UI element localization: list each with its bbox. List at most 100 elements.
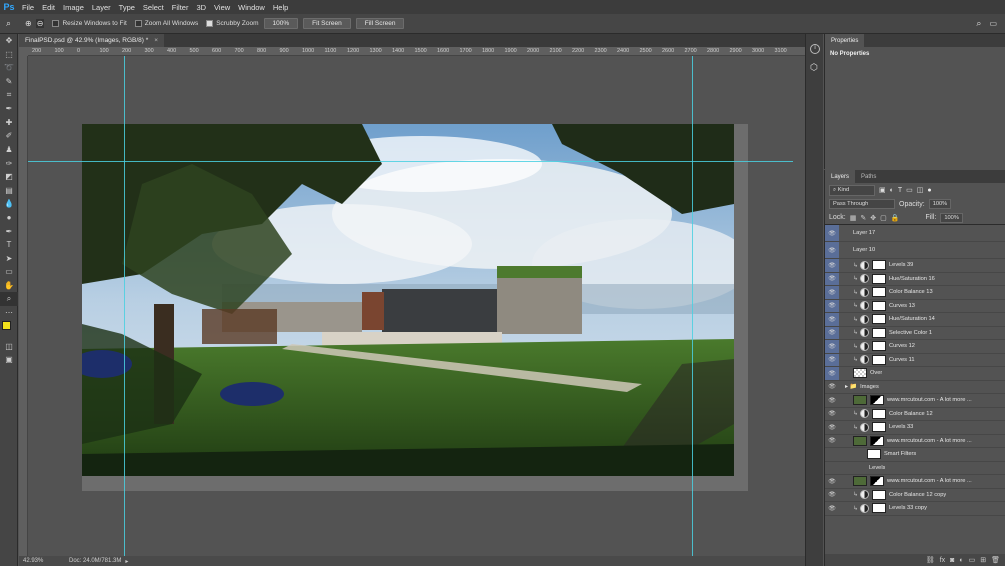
lock-pixels-icon[interactable]: ✎ bbox=[860, 214, 866, 222]
tab-properties[interactable]: Properties bbox=[825, 34, 865, 47]
layer-mask-thumbnail[interactable] bbox=[872, 287, 886, 298]
layer-row[interactable]: 👁 www.mrcutout.com - A lot more ... bbox=[825, 394, 1005, 408]
workspace-icon[interactable]: ▭ bbox=[989, 19, 997, 28]
layer-row[interactable]: 👁 www.mrcutout.com - A lot more ... bbox=[825, 475, 1005, 489]
healing-tool-icon[interactable]: ✚ bbox=[0, 116, 18, 130]
visibility-eye-icon[interactable]: 👁 bbox=[825, 478, 839, 485]
color-swatches[interactable] bbox=[0, 319, 17, 339]
filter-smart-object-icon[interactable]: ◫ bbox=[917, 186, 924, 194]
hand-tool-icon[interactable]: ✋ bbox=[0, 279, 18, 293]
opacity-input[interactable]: 100% bbox=[928, 199, 952, 209]
guide-vertical-right[interactable] bbox=[692, 56, 693, 556]
layer-row[interactable]: 👁 ↳ Color Balance 13 bbox=[825, 286, 1005, 300]
visibility-eye-icon[interactable]: 👁 bbox=[825, 299, 839, 312]
layer-mask-thumbnail[interactable] bbox=[870, 476, 884, 487]
stamp-tool-icon[interactable]: ♟ bbox=[0, 143, 18, 157]
menu-3d[interactable]: 3D bbox=[192, 3, 210, 12]
smart-filter-mask-thumbnail[interactable] bbox=[867, 449, 881, 460]
kind-filter-dropdown[interactable]: ⌕ Kind bbox=[829, 184, 875, 196]
layer-mask-thumbnail[interactable] bbox=[872, 341, 886, 352]
layer-thumbnail[interactable] bbox=[853, 476, 867, 487]
menu-window[interactable]: Window bbox=[234, 3, 269, 12]
type-tool-icon[interactable]: T bbox=[0, 238, 18, 252]
eyedropper-tool-icon[interactable]: ✒ bbox=[0, 102, 18, 116]
layer-row[interactable]: 👁 Layer 17 bbox=[825, 225, 1005, 242]
layer-row[interactable]: 👁 ▸ 📁 Images bbox=[825, 381, 1005, 394]
tab-paths[interactable]: Paths bbox=[855, 170, 882, 183]
ruler-top[interactable]: 200 100 0 100 200 300 400 500 600 700 800 900 1000 11… bbox=[28, 47, 805, 56]
add-mask-icon[interactable]: ◙ bbox=[950, 557, 954, 564]
visibility-eye-icon[interactable]: 👁 bbox=[825, 225, 839, 241]
search-icon[interactable]: ⌕ bbox=[976, 18, 981, 29]
quick-select-tool-icon[interactable]: ✎ bbox=[0, 75, 18, 89]
blend-mode-dropdown[interactable]: Pass Through bbox=[829, 199, 895, 209]
layer-thumbnail[interactable] bbox=[853, 395, 867, 406]
visibility-eye-icon[interactable]: 👁 bbox=[825, 410, 839, 417]
layer-row[interactable]: 👁 www.mrcutout.com - A lot more ... bbox=[825, 435, 1005, 448]
visibility-eye-icon[interactable]: 👁 bbox=[825, 491, 839, 498]
lock-position-icon[interactable]: ✥ bbox=[870, 214, 876, 222]
layer-thumbnail[interactable] bbox=[853, 368, 867, 379]
foreground-color-swatch[interactable] bbox=[2, 321, 11, 331]
info-icon[interactable]: i bbox=[810, 44, 820, 54]
layer-mask-thumbnail[interactable] bbox=[872, 314, 886, 325]
3d-icon[interactable]: ⬡ bbox=[810, 62, 823, 73]
lock-transparency-icon[interactable]: ▦ bbox=[850, 214, 857, 222]
menu-view[interactable]: View bbox=[210, 3, 234, 12]
status-zoom[interactable]: 42.93% bbox=[23, 558, 69, 564]
path-select-tool-icon[interactable]: ➤ bbox=[0, 252, 18, 266]
brush-tool-icon[interactable]: ✐ bbox=[0, 129, 18, 143]
layer-mask-thumbnail[interactable] bbox=[870, 395, 884, 406]
visibility-eye-icon[interactable]: 👁 bbox=[825, 505, 839, 512]
status-arrow-icon[interactable]: ▸ bbox=[125, 558, 128, 565]
new-layer-icon[interactable]: ⊞ bbox=[980, 556, 986, 564]
layer-row[interactable]: 👁 ↳ Color Balance 12 bbox=[825, 408, 1005, 421]
lock-artboard-icon[interactable]: ▢ bbox=[880, 214, 887, 222]
visibility-eye-icon[interactable]: 👁 bbox=[825, 326, 839, 339]
layer-mask-thumbnail[interactable] bbox=[872, 300, 886, 311]
resize-windows-checkbox[interactable]: Resize Windows to Fit bbox=[52, 20, 127, 27]
layer-mask-thumbnail[interactable] bbox=[872, 489, 886, 500]
crop-tool-icon[interactable]: ⌗ bbox=[0, 88, 18, 102]
zoom-100-button[interactable]: 100% bbox=[263, 18, 299, 29]
layer-row[interactable]: Levels bbox=[825, 462, 1005, 475]
fx-icon[interactable]: fx bbox=[940, 557, 945, 564]
link-layers-icon[interactable]: ⛓ bbox=[926, 556, 935, 564]
lasso-tool-icon[interactable]: ➰ bbox=[0, 61, 18, 75]
zoom-in-icon[interactable]: ⊕ bbox=[25, 19, 32, 28]
layer-row[interactable]: 👁 Over bbox=[825, 367, 1005, 381]
visibility-eye-icon[interactable]: 👁 bbox=[825, 383, 839, 390]
blur-tool-icon[interactable]: 💧 bbox=[0, 197, 18, 211]
visibility-eye-icon[interactable]: 👁 bbox=[825, 353, 839, 366]
new-adjustment-icon[interactable]: ◐ bbox=[959, 557, 963, 564]
more-tools-icon[interactable]: ⋯ bbox=[0, 306, 18, 320]
layer-row[interactable]: 👁 Layer 10 bbox=[825, 242, 1005, 259]
layer-mask-thumbnail[interactable] bbox=[872, 408, 886, 419]
dodge-tool-icon[interactable]: ● bbox=[0, 211, 18, 225]
menu-layer[interactable]: Layer bbox=[88, 3, 115, 12]
close-icon[interactable]: × bbox=[154, 37, 158, 44]
guide-horizontal[interactable] bbox=[28, 161, 793, 162]
layer-row[interactable]: 👁 ↳ Hue/Saturation 14 bbox=[825, 313, 1005, 327]
fit-screen-button[interactable]: Fit Screen bbox=[303, 18, 351, 29]
layer-mask-thumbnail[interactable] bbox=[872, 260, 886, 271]
new-group-icon[interactable]: ▭ bbox=[969, 556, 976, 564]
lock-all-icon[interactable]: 🔒 bbox=[891, 214, 900, 222]
menu-type[interactable]: Type bbox=[115, 3, 139, 12]
layer-mask-thumbnail[interactable] bbox=[870, 435, 884, 446]
layer-row[interactable]: 👁 ↳ Color Balance 12 copy bbox=[825, 489, 1005, 502]
zoom-tool-icon[interactable]: ⌕ bbox=[6, 18, 11, 29]
marquee-tool-icon[interactable]: ⬚ bbox=[0, 48, 18, 62]
layer-row[interactable]: 👁 ↳ Curves 12 bbox=[825, 340, 1005, 354]
layer-thumbnail[interactable] bbox=[853, 435, 867, 446]
pen-tool-icon[interactable]: ✒ bbox=[0, 224, 18, 238]
layer-mask-thumbnail[interactable] bbox=[872, 273, 886, 284]
eraser-tool-icon[interactable]: ◩ bbox=[0, 170, 18, 184]
visibility-eye-icon[interactable]: 👁 bbox=[825, 259, 839, 272]
scrubby-zoom-checkbox[interactable]: Scrubby Zoom bbox=[206, 20, 259, 27]
menu-image[interactable]: Image bbox=[59, 3, 88, 12]
layer-mask-thumbnail[interactable] bbox=[872, 327, 886, 338]
layer-mask-thumbnail[interactable] bbox=[872, 422, 886, 433]
layer-row[interactable]: 👁 ↳ Curves 13 bbox=[825, 299, 1005, 313]
document-image[interactable] bbox=[82, 124, 734, 476]
